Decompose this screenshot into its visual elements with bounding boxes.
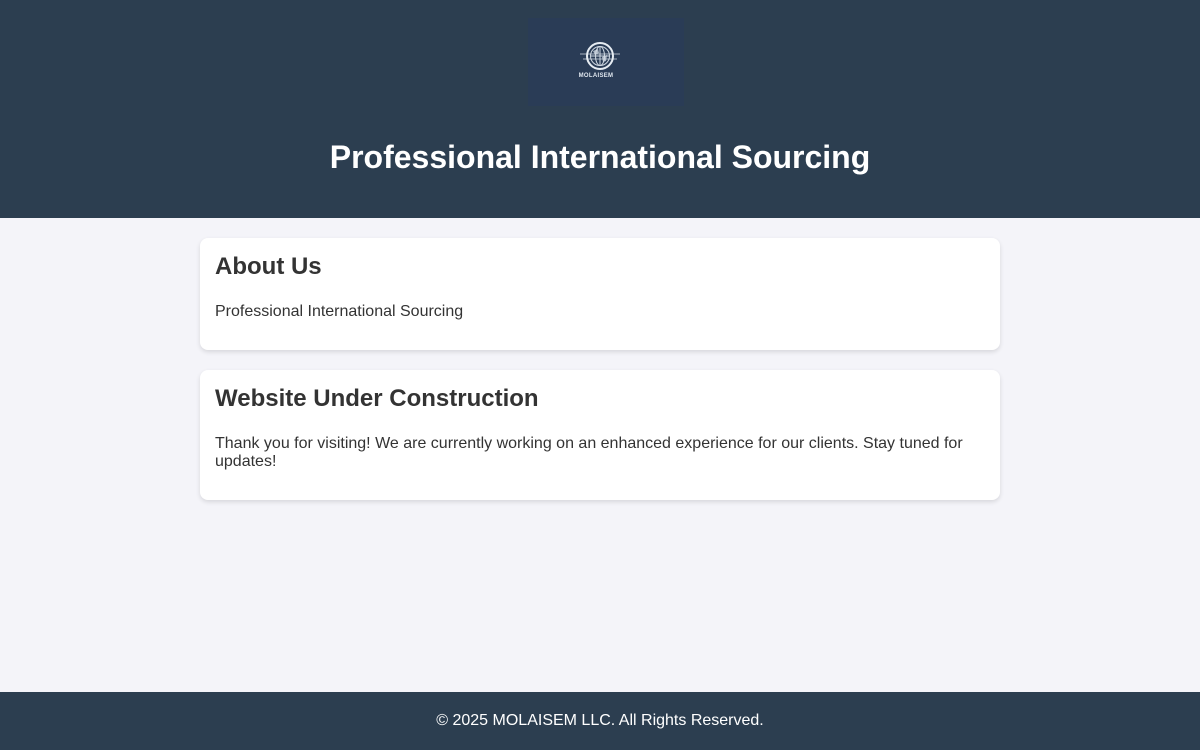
copyright-text: © 2025 MOLAISEM LLC. All Rights Reserved… xyxy=(436,712,764,729)
about-text: Professional International Sourcing xyxy=(215,303,464,320)
globe-icon xyxy=(580,42,620,70)
construction-heading: Website Under Construction xyxy=(215,385,539,412)
about-section: About Us Professional International Sour… xyxy=(200,238,1000,350)
construction-section: Website Under Construction Thank you for… xyxy=(200,370,1000,500)
site-header: MOLAISEM Professional International Sour… xyxy=(0,0,1200,218)
logo-text: MOLAISEM xyxy=(578,73,614,79)
site-footer: © 2025 MOLAISEM LLC. All Rights Reserved… xyxy=(0,692,1200,750)
construction-text: Thank you for visiting! We are currently… xyxy=(215,435,963,470)
logo[interactable]: MOLAISEM xyxy=(528,18,684,106)
site-title: Professional International Sourcing xyxy=(329,139,871,175)
about-heading: About Us xyxy=(215,253,322,280)
